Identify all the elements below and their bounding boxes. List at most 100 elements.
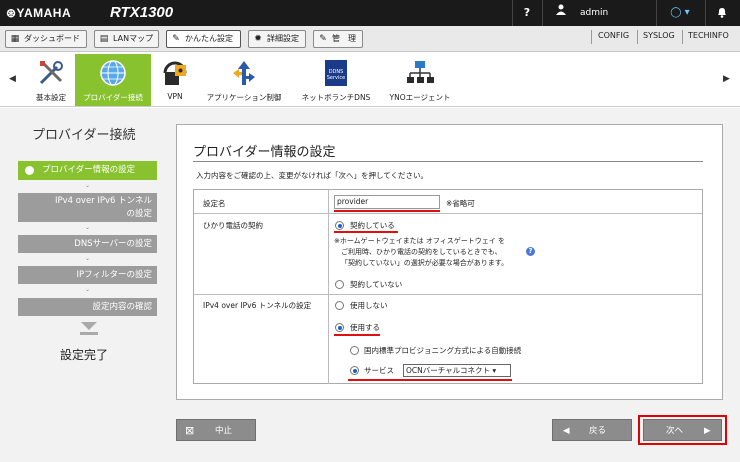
highlight-underline	[334, 231, 398, 233]
step-ipv4-over-ipv6: IPv4 over IPv6 トンネル の設定	[18, 193, 157, 222]
divider	[682, 30, 683, 44]
globe-icon	[98, 58, 128, 88]
auto-provisioning-label: 国内標準プロビジョニング方式による自動接続	[364, 346, 522, 355]
chevron-down-icon: ⌄	[85, 182, 91, 189]
cancel-button[interactable]: ⊠ 中止	[176, 419, 256, 441]
wizard-item-yno-agent[interactable]: YNOエージェント	[384, 54, 456, 103]
hikari-note-line: ※ホームゲートウェイまたは オフィスゲートウェイ を	[334, 237, 505, 245]
help-icon[interactable]: ?	[526, 247, 535, 256]
wand-icon: ✎	[172, 34, 180, 44]
arrow-down-icon	[80, 322, 98, 335]
tab-label: ダッシュボード	[24, 34, 80, 43]
highlight-underline	[334, 334, 380, 336]
hikari-note-line: ご利用時、ひかり電話の契約をしているときでも、	[341, 248, 502, 256]
divider	[705, 0, 706, 26]
chevron-down-icon: ⌄	[85, 224, 91, 231]
gear-icon: ✹	[254, 34, 262, 44]
tab-label: 詳細設定	[267, 34, 299, 43]
hikari-contracted-label: 契約している	[350, 221, 395, 230]
step-label: プロバイダー情報の設定	[42, 165, 136, 175]
step-label: DNSサーバーの設定	[74, 239, 152, 249]
tab-label: 管 理	[332, 34, 356, 43]
wizard-item-application-control[interactable]: アプリケーション制御	[201, 54, 287, 103]
divider	[193, 294, 703, 295]
hikari-not-contracted-label: 契約していない	[350, 280, 403, 289]
radio-service[interactable]	[350, 366, 359, 375]
wizard-label: アプリケーション制御	[206, 93, 282, 102]
techinfo-link[interactable]: TECHINFO	[688, 31, 729, 40]
optional-note: ※省略可	[446, 199, 475, 208]
scroll-left-icon[interactable]: ◀	[9, 74, 16, 84]
router-model: RTX1300	[110, 4, 174, 21]
wizard-label: 基本設定	[36, 93, 66, 102]
setting-name-input[interactable]: provider	[334, 195, 440, 209]
radio-hikari-not-contracted[interactable]	[335, 280, 344, 289]
tab-label: LANマップ	[113, 34, 154, 43]
yamaha-logo: ⊛YAMAHA	[6, 6, 72, 20]
tunnel-setting-label: IPv4 over IPv6 トンネルの設定	[203, 301, 312, 310]
divider	[328, 189, 329, 384]
divider	[542, 0, 543, 26]
ddns-text: DDNS Service	[325, 60, 347, 86]
tab-label: かんたん設定	[185, 34, 233, 43]
step-ip-filter: IPフィルターの設定	[18, 266, 157, 284]
step-dns-server: DNSサーバーの設定	[18, 235, 157, 253]
tab-dashboard[interactable]: ▦ ダッシュボード	[5, 30, 87, 48]
step-confirm: 設定内容の確認	[18, 298, 157, 316]
service-select[interactable]: OCNバーチャルコネクト ▾	[403, 364, 511, 377]
wizard-item-vpn[interactable]: VPN	[158, 54, 192, 101]
back-button[interactable]: ◀ 戻る	[552, 419, 632, 441]
tab-lan-map[interactable]: ▤ LANマップ	[94, 30, 159, 48]
step-label-line2: の設定	[126, 209, 152, 219]
divider	[591, 30, 592, 44]
tab-advanced-settings[interactable]: ✹ 詳細設定	[248, 30, 306, 48]
lan-map-icon: ▤	[99, 34, 109, 44]
radio-tunnel-used[interactable]	[335, 323, 344, 332]
wizard-label: プロバイダー接続	[83, 93, 143, 102]
wizard-label: ネットボランチDNS	[301, 93, 371, 102]
back-icon: ◀	[563, 426, 570, 436]
step-provider-info: プロバイダー情報の設定	[18, 161, 157, 180]
divider	[193, 161, 703, 162]
service-label: サービス	[364, 366, 394, 375]
divider	[637, 30, 638, 44]
network-icon	[405, 58, 435, 88]
lock-icon	[160, 58, 190, 88]
bell-icon[interactable]	[712, 0, 732, 26]
radio-hikari-contracted[interactable]	[335, 221, 344, 230]
sidebar-title: プロバイダー接続	[32, 128, 136, 143]
wizard-item-provider-connection[interactable]: プロバイダー接続	[75, 54, 151, 106]
step-label: IPv4 over IPv6 トンネル	[54, 196, 152, 206]
scroll-right-icon[interactable]: ▶	[723, 74, 730, 84]
ddns-icon: DDNS Service	[321, 58, 351, 88]
top-bar: ⊛YAMAHA RTX1300 ? admin ◯ ▾	[0, 0, 740, 26]
username[interactable]: admin	[580, 0, 610, 26]
help-icon[interactable]: ?	[512, 0, 542, 26]
syslog-link[interactable]: SYSLOG	[643, 31, 675, 40]
divider	[193, 213, 703, 214]
highlight-underline	[348, 379, 512, 381]
arrows-icon	[229, 58, 259, 88]
current-step-icon	[25, 166, 34, 175]
tunnel-used-label: 使用する	[350, 323, 380, 332]
cancel-icon: ⊠	[185, 424, 195, 437]
dashboard-icon: ▦	[10, 34, 20, 44]
status-indicator-icon[interactable]: ◯ ▾	[660, 0, 700, 26]
radio-auto-provisioning[interactable]	[350, 346, 359, 355]
tab-management[interactable]: ✎ 管 理	[313, 30, 363, 48]
hikari-note-line: 「契約していない」の選択が必要な場合があります。	[341, 259, 509, 267]
tab-easy-setup[interactable]: ✎ かんたん設定	[166, 30, 241, 48]
config-link[interactable]: CONFIG	[598, 31, 629, 40]
highlight-underline	[334, 210, 440, 212]
back-label: 戻る	[589, 426, 607, 436]
tools-icon	[36, 58, 66, 88]
step-label: IPフィルターの設定	[76, 270, 152, 280]
step-label: 設定内容の確認	[92, 302, 152, 312]
next-button[interactable]: 次へ ▶	[643, 419, 722, 441]
wizard-item-basic-settings[interactable]: 基本設定	[28, 54, 74, 103]
wizard-label: VPN	[167, 92, 183, 101]
wizard-item-netvolante-dns[interactable]: DDNS Service ネットボランチDNS	[298, 54, 374, 103]
next-icon: ▶	[704, 426, 711, 436]
radio-tunnel-unused[interactable]	[335, 301, 344, 310]
panel-description: 入力内容をご確認の上、変更がなければ「次へ」を押してください。	[196, 171, 429, 180]
